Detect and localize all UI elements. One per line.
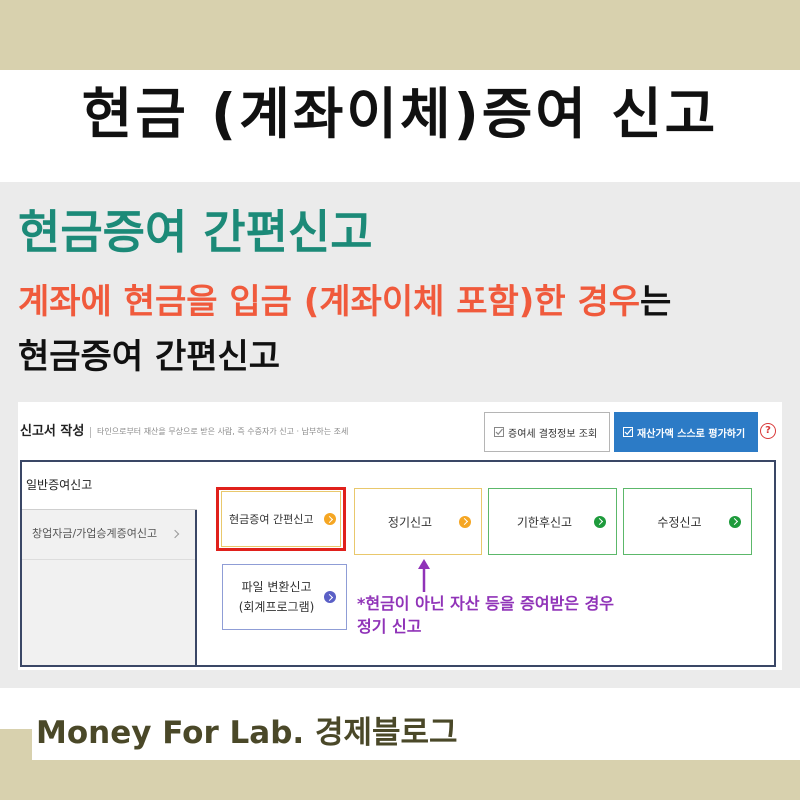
option-label-line1: 파일 변환신고 [241, 580, 312, 594]
form-description: 타인으로부터 재산을 무상으로 받은 사람, 즉 수증자가 신고 · 납부하는 … [97, 427, 349, 436]
option-file-conversion-report-button[interactable]: 파일 변환신고 (회계프로그램) [222, 564, 347, 630]
option-label: 기한후신고 [516, 515, 573, 529]
option-late-report-button[interactable]: 기한후신고 [488, 488, 617, 555]
sidebar: 창업자금/가업승계증여신고 [22, 510, 197, 665]
chevron-right-icon [170, 529, 180, 539]
page-title: 현금 (계좌이체)증여 신고 [81, 82, 719, 146]
sidebar-item-label: 창업자금/가업승계증여신고 [32, 527, 158, 540]
report-type-panel: 일반증여신고 창업자금/가업승계증여신고 현금증여 간편신고 정기신고 기한후신… [20, 460, 776, 667]
self-evaluate-asset-button[interactable]: 재산가액 스스로 평가하기 [614, 412, 758, 452]
checkbox-icon [494, 427, 504, 437]
checkbox-icon [623, 427, 633, 437]
option-cash-simple-report-button[interactable]: 현금증여 간편신고 [221, 491, 341, 547]
title-separator [90, 427, 91, 438]
annotation-line2: 정기 신고 [357, 617, 422, 636]
condition-highlight: 계좌에 현금을 입금 (계좌이체 포함)한 경우 [18, 282, 641, 322]
help-icon[interactable]: ? [760, 423, 776, 439]
top-decor-band [0, 0, 800, 70]
sidebar-item-label: 일반증여신고 [26, 478, 93, 492]
section-heading: 현금증여 간편신고 [18, 205, 373, 259]
self-evaluate-asset-label: 재산가액 스스로 평가하기 [637, 428, 746, 440]
condition-suffix: 는 [640, 282, 672, 322]
gift-tax-lookup-button[interactable]: 증여세 결정정보 조회 [484, 412, 610, 452]
annotation-note: *현금이 아닌 자산 등을 증여받은 경우 정기 신고 [357, 592, 614, 638]
section-subheading: 현금증여 간편신고 [18, 337, 281, 377]
arrow-right-circle-icon [729, 515, 741, 528]
gift-tax-lookup-label: 증여세 결정정보 조회 [508, 428, 598, 440]
option-label: 수정신고 [657, 515, 702, 529]
form-title: 신고서 작성 [20, 424, 85, 439]
option-regular-report-button[interactable]: 정기신고 [354, 488, 482, 555]
option-label-line2: (회계프로그램) [238, 600, 315, 614]
arrow-right-circle-icon [594, 515, 606, 528]
content-section: 현금증여 간편신고 계좌에 현금을 입금 (계좌이체 포함)한 경우는 현금증여… [0, 182, 800, 688]
option-amended-report-button[interactable]: 수정신고 [623, 488, 752, 555]
condition-text: 계좌에 현금을 입금 (계좌이체 포함)한 경우는 [18, 282, 671, 322]
option-label: 파일 변환신고 (회계프로그램) [223, 577, 330, 617]
arrow-right-circle-icon [459, 515, 471, 528]
sidebar-item-startup-succession[interactable]: 창업자금/가업승계증여신고 [22, 510, 195, 560]
annotation-line1: *현금이 아닌 자산 등을 증여받은 경우 [357, 594, 615, 613]
sidebar-item-general-gift[interactable]: 일반증여신고 [22, 462, 197, 510]
embedded-screenshot: 신고서 작성 타인으로부터 재산을 무상으로 받은 사람, 즉 수증자가 신고 … [18, 402, 782, 670]
option-label: 정기신고 [387, 515, 433, 529]
option-label: 현금증여 간편신고 [229, 513, 314, 526]
arrow-up-icon [417, 559, 431, 593]
brand-name: Money For Lab. 경제블로그 [36, 715, 458, 751]
title-band: 현금 (계좌이체)증여 신고 [0, 70, 800, 182]
arrow-right-circle-icon [324, 513, 336, 525]
arrow-right-circle-icon [324, 591, 336, 603]
footer-decor-bottom [0, 760, 800, 800]
